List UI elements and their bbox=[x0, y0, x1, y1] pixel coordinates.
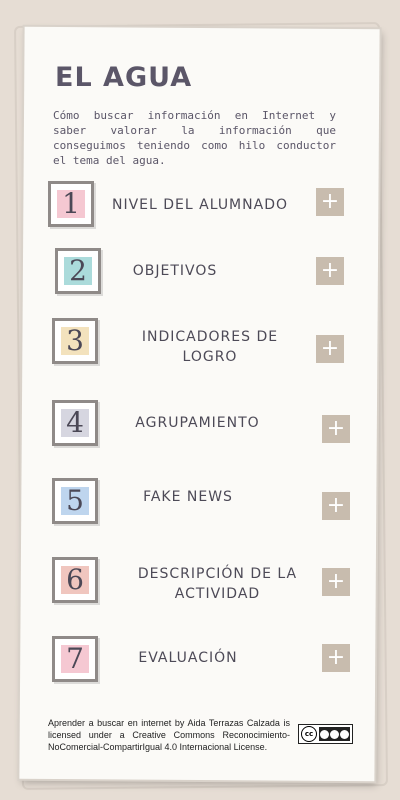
section-row-2: 2 OBJETIVOS + bbox=[0, 242, 400, 302]
expand-button-5[interactable]: + bbox=[322, 492, 350, 520]
plus-icon: + bbox=[326, 416, 346, 441]
expand-button-6[interactable]: + bbox=[322, 568, 350, 596]
number-badge-5: 5 bbox=[52, 478, 98, 524]
number-digit-5: 5 bbox=[66, 484, 84, 517]
expand-button-3[interactable]: + bbox=[316, 335, 344, 363]
expand-button-7[interactable]: + bbox=[322, 644, 350, 672]
section-label-4: AGRUPAMIENTO bbox=[135, 415, 260, 431]
creative-commons-badge[interactable]: cc bbox=[298, 724, 353, 744]
number-badge-4: 4 bbox=[52, 400, 98, 446]
plus-icon: + bbox=[320, 336, 340, 361]
license-text: Aprender a buscar en internet by Aida Te… bbox=[48, 718, 290, 752]
number-badge-6: 6 bbox=[52, 557, 98, 603]
number-badge-3: 3 bbox=[52, 318, 98, 364]
section-label-1: NIVEL DEL ALUMNADO bbox=[111, 197, 288, 213]
section-row-1: 1 NIVEL DEL ALUMNADO + bbox=[0, 178, 400, 238]
number-digit-7: 7 bbox=[66, 642, 84, 675]
number-digit-2: 2 bbox=[69, 254, 87, 287]
section-label-5: FAKE NEWS bbox=[143, 489, 233, 505]
plus-icon: + bbox=[326, 645, 346, 670]
expand-button-2[interactable]: + bbox=[316, 257, 344, 285]
number-badge-1: 1 bbox=[48, 181, 94, 227]
plus-icon: + bbox=[326, 569, 346, 594]
expand-button-1[interactable]: + bbox=[316, 188, 344, 216]
number-digit-4: 4 bbox=[66, 406, 84, 439]
plus-icon: + bbox=[320, 189, 340, 214]
section-row-7: 7 EVALUACIÓN + bbox=[0, 630, 400, 690]
number-badge-7: 7 bbox=[52, 636, 98, 682]
plus-icon: + bbox=[326, 493, 346, 518]
section-row-3: 3 INDICADORES DE LOGRO + bbox=[0, 315, 400, 375]
section-label-3: INDICADORES DE LOGRO bbox=[141, 329, 279, 365]
plus-icon: + bbox=[320, 258, 340, 283]
number-badge-2: 2 bbox=[55, 248, 101, 294]
number-digit-1: 1 bbox=[62, 187, 80, 220]
page-title: EL AGUA bbox=[55, 62, 193, 93]
section-row-5: 5 FAKE NEWS + bbox=[0, 474, 400, 534]
number-digit-3: 3 bbox=[66, 324, 84, 357]
license-terms-icon bbox=[319, 727, 350, 741]
section-label-6: DESCRIPCIÓN DE LA ACTIVIDAD bbox=[137, 566, 298, 602]
cc-icon: cc bbox=[301, 726, 317, 742]
section-row-6: 6 DESCRIPCIÓN DE LA ACTIVIDAD + bbox=[0, 555, 400, 615]
section-label-7: EVALUACIÓN bbox=[138, 650, 238, 666]
number-digit-6: 6 bbox=[66, 563, 84, 596]
page-subtitle: Cómo buscar información en Internet y sa… bbox=[53, 109, 336, 167]
section-label-2: OBJETIVOS bbox=[132, 263, 218, 279]
section-row-4: 4 AGRUPAMIENTO + bbox=[0, 397, 400, 457]
expand-button-4[interactable]: + bbox=[322, 415, 350, 443]
